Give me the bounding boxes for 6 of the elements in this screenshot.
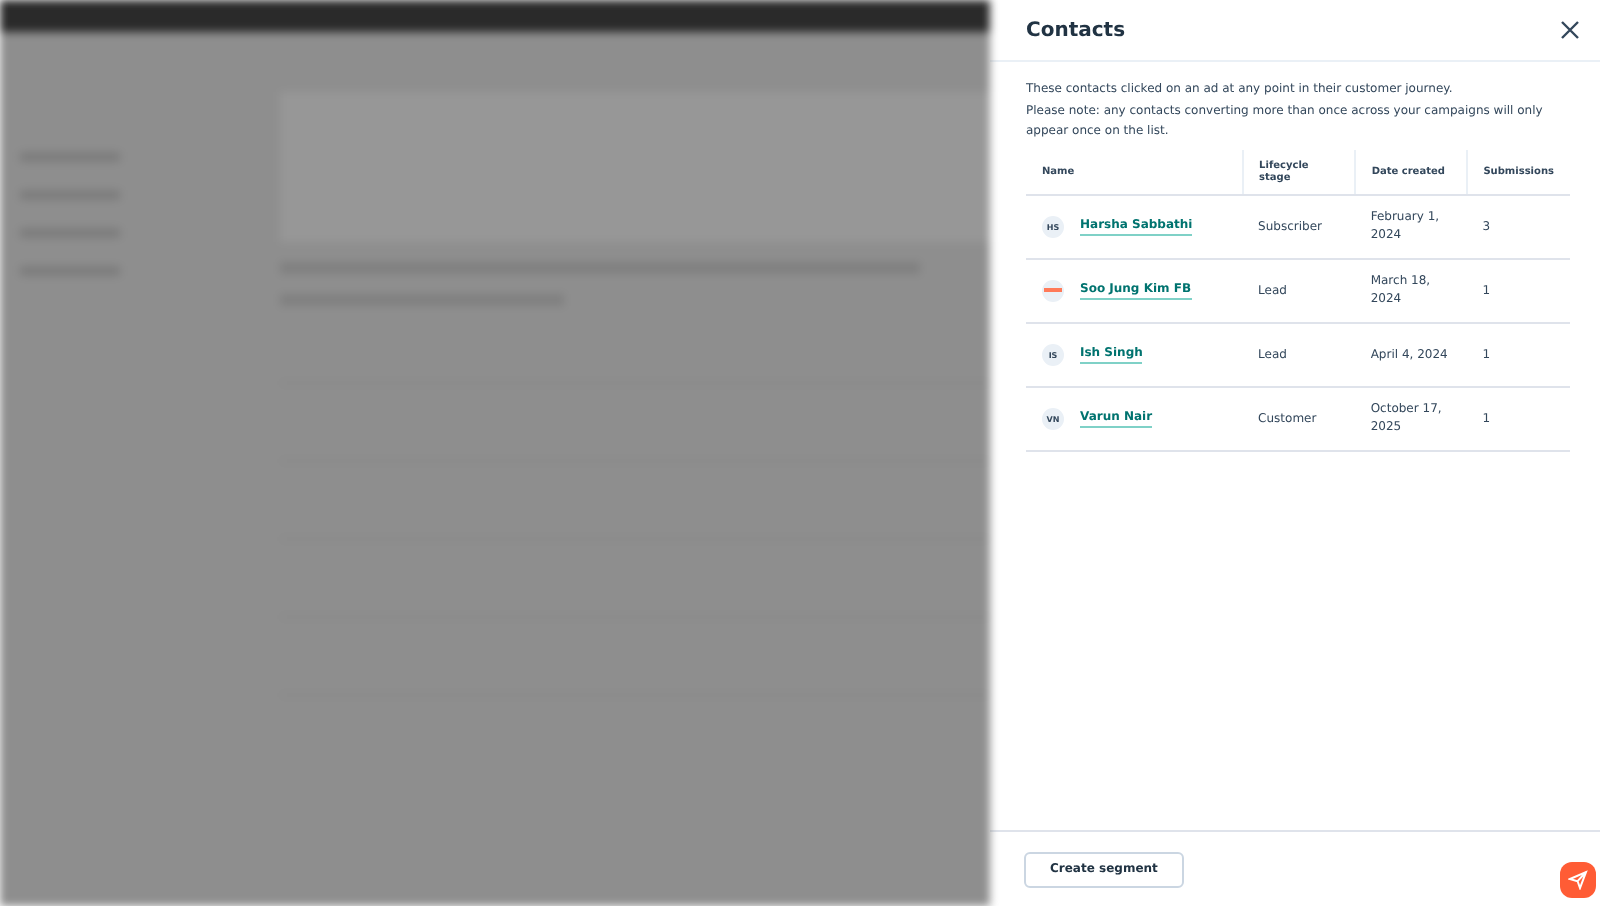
close-icon	[1560, 20, 1580, 40]
paper-plane-icon	[1568, 870, 1588, 890]
close-button[interactable]	[1556, 16, 1584, 44]
panel-title: Contacts	[1026, 19, 1126, 41]
logo-icon	[1042, 279, 1064, 301]
chat-button[interactable]	[1560, 862, 1596, 898]
